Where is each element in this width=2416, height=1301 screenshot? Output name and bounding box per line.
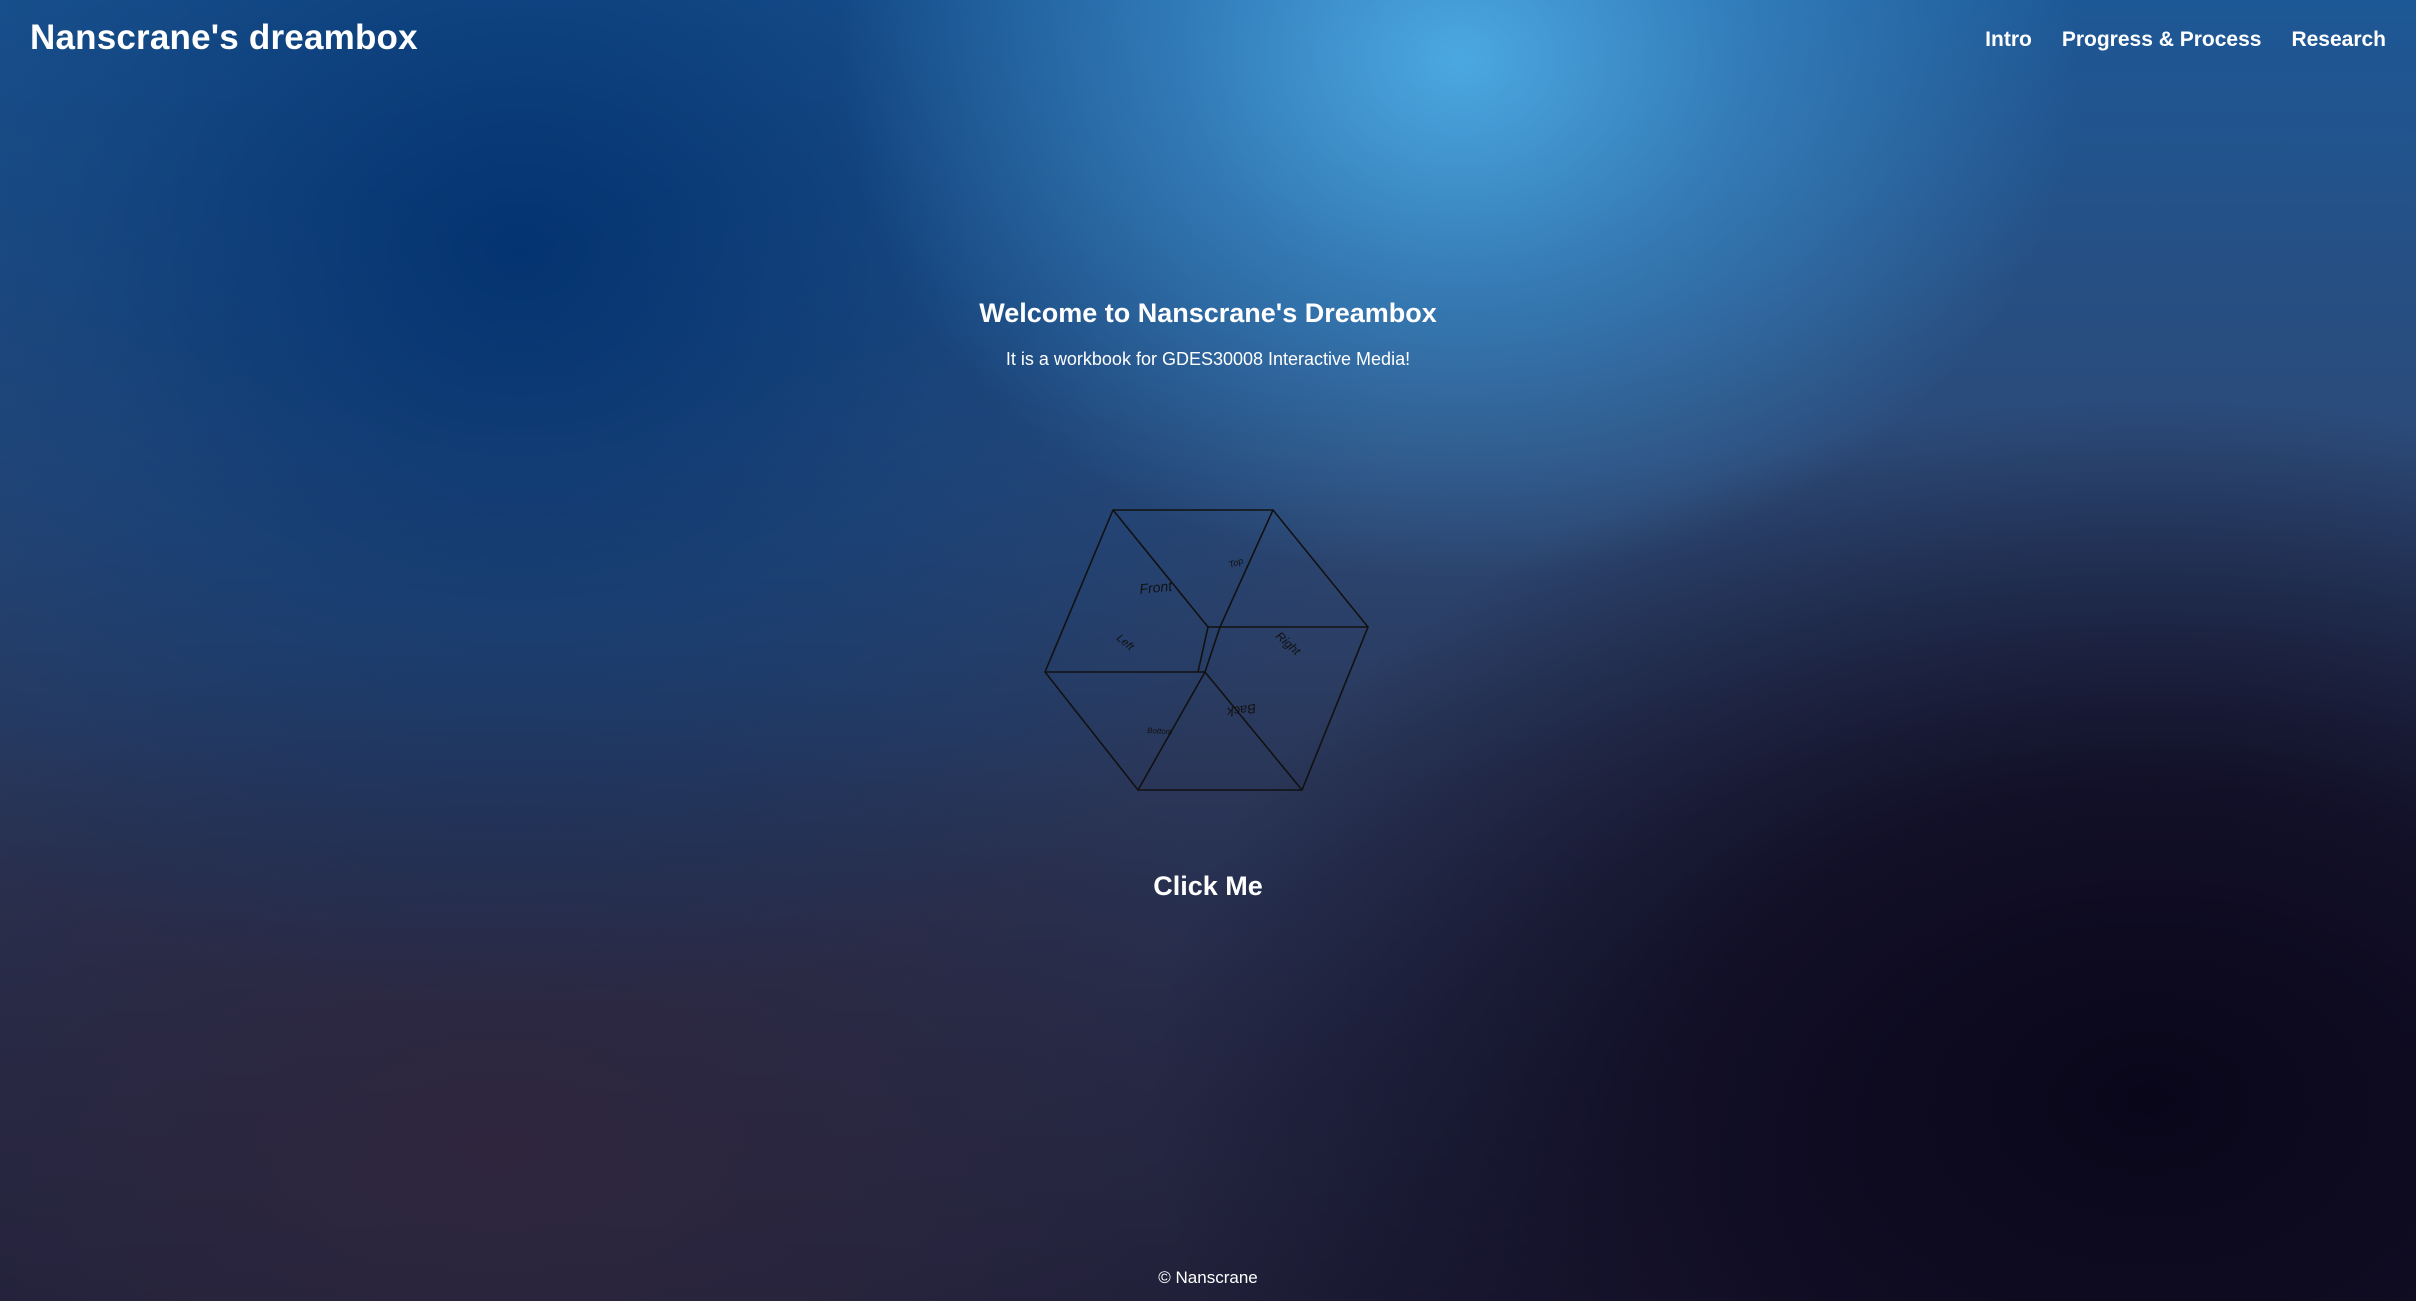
cube-face-top-label: Top xyxy=(1227,555,1244,569)
hero-title: Welcome to Nanscrane's Dreambox xyxy=(979,298,1437,328)
cube-face-back-label: Back xyxy=(1225,701,1257,720)
hero-subtitle: It is a workbook for GDES30008 Interacti… xyxy=(1005,349,1411,369)
cube-edge-inner-2 xyxy=(1219,509,1274,628)
cube-face-bottom-label: Bottom xyxy=(1147,726,1173,736)
cube-edges xyxy=(1044,509,1369,791)
cube-outline xyxy=(1044,509,1369,791)
wireframe-cube[interactable]: Front Top Left Right Back Bottom xyxy=(1040,505,1374,793)
click-me-button[interactable]: Click Me xyxy=(1153,871,1263,902)
cube-edge-inner-8 xyxy=(1204,671,1303,791)
cube-face-right-label: Right xyxy=(1273,629,1304,659)
cube-svg: Front Top Left Right Back Bottom xyxy=(1044,509,1369,791)
footer-copyright: © Nanscrane xyxy=(1158,1268,1258,1287)
site-title[interactable]: Nanscrane's dreambox xyxy=(30,18,418,58)
click-me-wrapper: Click Me xyxy=(0,871,2416,902)
cube-face-left-label: Left xyxy=(1114,632,1136,654)
cube-edge-inner-1 xyxy=(1112,509,1209,628)
cube-face-front-label: Front xyxy=(1139,578,1174,597)
nav-research-link[interactable]: Research xyxy=(2291,28,2386,52)
main-nav: Intro Progress & Process Research xyxy=(1985,28,2386,52)
nav-progress-process-link[interactable]: Progress & Process xyxy=(2062,28,2262,52)
nav-intro-link[interactable]: Intro xyxy=(1985,28,2032,52)
